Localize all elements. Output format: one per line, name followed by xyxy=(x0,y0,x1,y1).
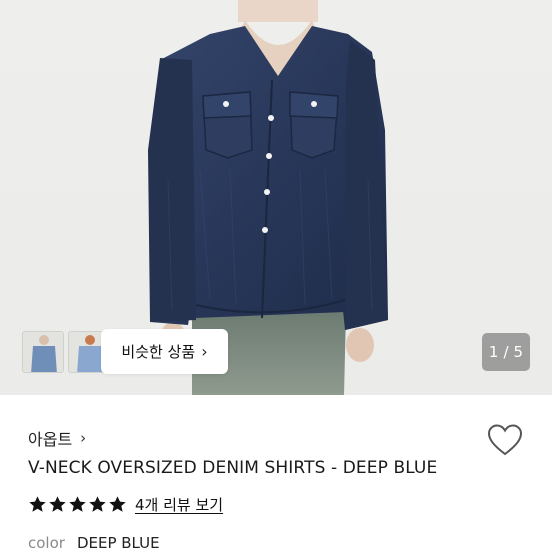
thumbnail-strip xyxy=(22,331,110,373)
shop-link[interactable]: 아옵트 › xyxy=(28,426,86,450)
rating-row: 4개 리뷰 보기 xyxy=(28,494,223,515)
page-separator: / xyxy=(503,343,509,361)
image-pager: 1 / 5 xyxy=(482,333,530,371)
total-pages: 5 xyxy=(513,343,524,361)
color-label: color xyxy=(28,534,65,552)
chevron-right-icon: › xyxy=(80,429,87,447)
current-page: 1 xyxy=(488,343,499,361)
reviews-link[interactable]: 4개 리뷰 보기 xyxy=(135,494,223,515)
heart-icon[interactable] xyxy=(487,423,523,457)
chevron-right-icon: › xyxy=(201,342,208,361)
star-icon xyxy=(29,496,46,512)
shop-name: 아옵트 xyxy=(28,430,73,449)
star-icon xyxy=(69,496,86,512)
thumbnail-image-icon xyxy=(23,332,63,372)
color-option: color DEEP BLUE xyxy=(28,534,160,552)
star-icon xyxy=(49,496,66,512)
similar-products-label: 비슷한 상품 xyxy=(121,343,196,361)
star-icon xyxy=(89,496,106,512)
product-image-carousel[interactable]: 비슷한 상품 › 1 / 5 xyxy=(0,0,552,395)
product-title: V-NECK OVERSIZED DENIM SHIRTS - DEEP BLU… xyxy=(28,458,438,478)
similar-products-button[interactable]: 비슷한 상품 › xyxy=(101,329,228,374)
color-value: DEEP BLUE xyxy=(76,534,160,552)
star-rating xyxy=(28,495,127,514)
thumbnail-1[interactable] xyxy=(22,331,64,373)
star-icon xyxy=(109,496,126,512)
